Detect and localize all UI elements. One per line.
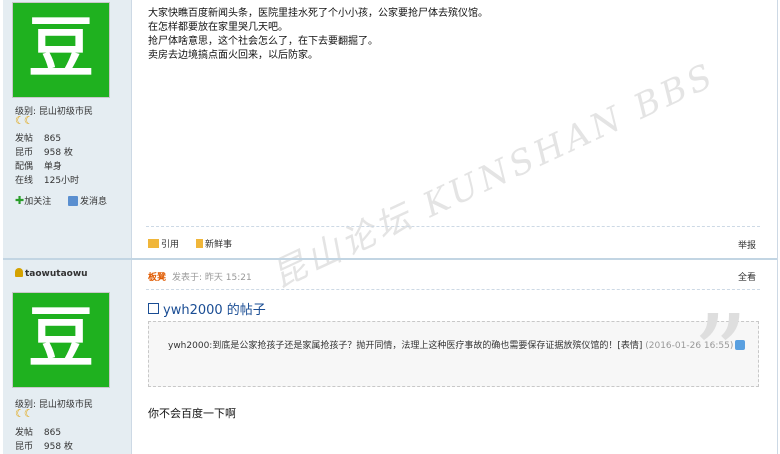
post-divider — [3, 258, 777, 260]
user-icon — [15, 268, 23, 277]
avatar-glyph: 豆 — [28, 299, 94, 377]
plus-icon: ✚ — [15, 194, 25, 207]
stat-row: 发帖 865 — [15, 428, 125, 439]
fresh-news-button[interactable]: 新鲜事 — [196, 237, 232, 250]
moon-rank-icon: ☾☾ — [15, 114, 34, 127]
avatar[interactable]: 豆 — [12, 292, 110, 388]
post-title: ywh2000 的帖子 — [148, 299, 266, 318]
stat-key: 昆币 — [15, 148, 34, 158]
divider — [146, 226, 760, 227]
stat-key: 发帖 — [15, 428, 34, 438]
stat-key: 在线 — [15, 176, 34, 186]
post-time: 发表于: 昨天 15:21 — [172, 273, 252, 283]
post-line: 大家快瞧百度新闻头条，医院里挂水死了个小小孩，公家要抢尸体去殡仪馆。 — [148, 8, 488, 19]
stat-value: 958 枚 — [43, 148, 73, 158]
stat-value: 865 — [43, 428, 62, 438]
moon-rank-icon: ☾☾ — [15, 407, 34, 420]
stat-value: 单身 — [43, 162, 62, 172]
view-all-link[interactable]: 全看 — [738, 270, 756, 283]
stat-value: 125小时 — [43, 176, 80, 186]
send-message-button[interactable]: 发消息 — [68, 194, 107, 207]
follow-button[interactable]: ✚加关注 — [15, 194, 51, 207]
quote-text: ywh2000:到底是公家抢孩子还是家属抢孩子？抛开同情，法理上这种医疗事故的确… — [168, 337, 764, 356]
floor-badge: 板凳 — [148, 273, 167, 283]
avatar[interactable]: 豆 — [12, 2, 110, 98]
quoted-message: ywh2000:到底是公家抢孩子还是家属抢孩子？抛开同情，法理上这种医疗事故的确… — [168, 341, 643, 351]
stat-key: 发帖 — [15, 134, 34, 144]
stat-row: 昆币 958 枚 — [15, 442, 125, 453]
post-body: 大家快瞧百度新闻头条，医院里挂水死了个小小孩，公家要抢尸体去殡仪馆。 在怎样都要… — [148, 7, 488, 63]
quote-time: (2016-01-26 16:55) — [645, 341, 734, 351]
username-link[interactable]: taowutaowu — [15, 268, 88, 279]
divider — [146, 289, 760, 290]
stat-row: 昆币 958 枚 — [15, 148, 125, 159]
reply-icon — [148, 303, 159, 314]
reply-text: 你不会百度一下啊 — [148, 407, 236, 420]
news-icon — [196, 239, 203, 248]
stat-value: 865 — [43, 134, 62, 144]
stat-row: 配偶 单身 — [15, 162, 125, 173]
post-line: 在怎样都要放在家里哭几天吧。 — [148, 22, 288, 33]
message-label: 发消息 — [80, 197, 108, 207]
quote-label: 引用 — [161, 240, 180, 250]
stat-key: 昆币 — [15, 442, 34, 452]
follow-label: 加关注 — [24, 197, 52, 207]
fresh-news-label: 新鲜事 — [205, 240, 233, 250]
post-title-text: ywh2000 的帖子 — [163, 303, 266, 318]
quote-button[interactable]: 引用 — [148, 237, 179, 250]
stat-row: 在线 125小时 — [15, 176, 125, 187]
username: taowutaowu — [25, 269, 88, 279]
post-header: 板凳 发表于: 昨天 15:21 — [148, 270, 252, 283]
stat-value: 958 枚 — [43, 442, 73, 452]
post-line: 卖房去边境搞点面火回来，以后防家。 — [148, 50, 318, 61]
avatar-glyph: 豆 — [28, 9, 94, 87]
stat-row: 发帖 865 — [15, 134, 125, 145]
stat-key: 配偶 — [15, 162, 34, 172]
quote-icon — [148, 239, 159, 248]
jump-to-quote-icon[interactable] — [735, 340, 746, 350]
post-line: 抢尸体啥意思，这个社会怎么了，在下去要翻掘了。 — [148, 36, 378, 47]
message-icon — [68, 196, 78, 206]
report-link[interactable]: 举报 — [738, 238, 756, 251]
